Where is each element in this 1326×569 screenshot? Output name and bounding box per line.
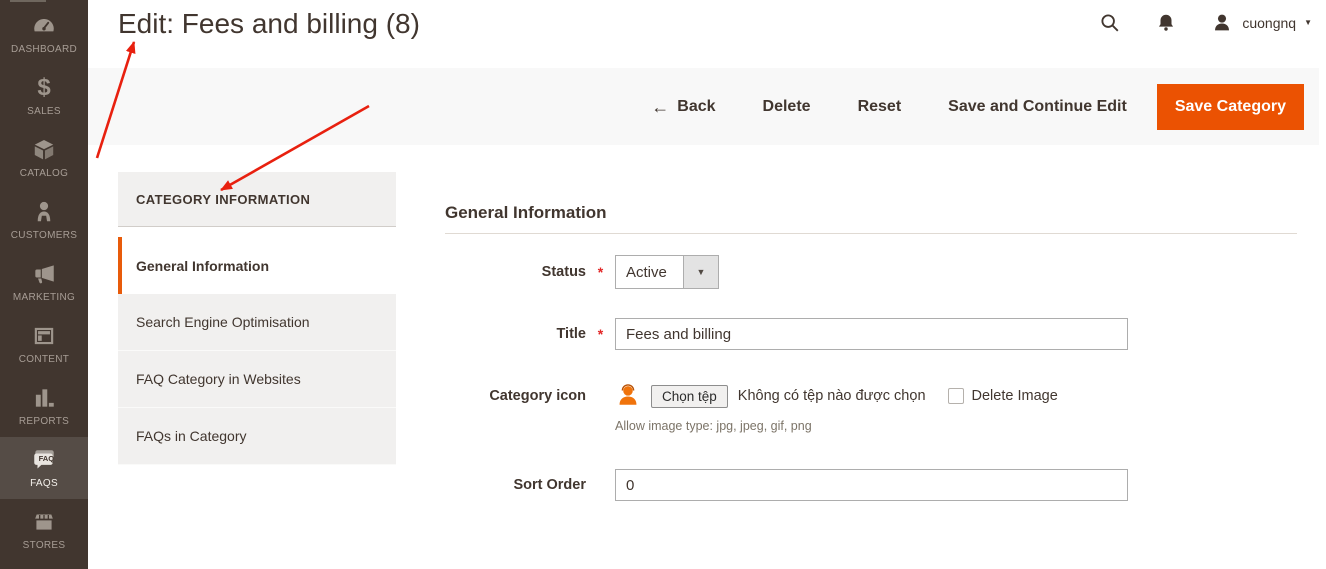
sidebar-item-label: FAQS: [30, 478, 58, 489]
sidebar-item-catalog[interactable]: CATALOG: [0, 127, 88, 189]
section-title: General Information: [445, 203, 1297, 223]
delete-button[interactable]: Delete: [763, 98, 811, 116]
sidebar-item-sales[interactable]: $ SALES: [0, 65, 88, 127]
title-row: Title *: [445, 318, 1297, 350]
sidebar-item-label: CUSTOMERS: [11, 230, 77, 241]
sidebar-item-faqs[interactable]: FAQ FAQS: [0, 437, 88, 499]
status-label: Status: [445, 264, 586, 280]
sidebar-item-marketing[interactable]: MARKETING: [0, 251, 88, 313]
back-arrow-icon: ←: [651, 98, 669, 116]
back-button[interactable]: ← Back: [651, 98, 715, 116]
save-category-button[interactable]: Save Category: [1157, 84, 1304, 130]
sidebar-item-dashboard[interactable]: DASHBOARD: [0, 3, 88, 65]
sidebar-item-label: CONTENT: [19, 354, 69, 365]
dashboard-icon: [31, 13, 57, 39]
sidebar-item-label: SALES: [27, 106, 61, 117]
choose-file-button[interactable]: Chọn tệp: [651, 385, 728, 408]
sidebar-divider: [10, 0, 46, 2]
user-avatar-icon: [1210, 11, 1234, 35]
search-icon[interactable]: [1098, 11, 1122, 35]
tab-faqs-in-category[interactable]: FAQs in Category: [118, 408, 396, 465]
required-asterisk: *: [586, 326, 615, 342]
admin-sidebar: DASHBOARD $ SALES CATALOG CUSTOMERS MARK…: [0, 0, 88, 569]
status-row: Status * Active ▼: [445, 255, 1297, 289]
sidebar-item-label: REPORTS: [19, 416, 69, 427]
username: cuongnq: [1242, 15, 1296, 31]
select-caret-button[interactable]: ▼: [683, 256, 718, 288]
header-actions: cuongnq ▼: [1098, 6, 1312, 40]
tab-general-information[interactable]: General Information: [118, 237, 396, 294]
category-icon-label: Category icon: [445, 388, 586, 404]
sort-order-input[interactable]: [615, 469, 1128, 501]
title-label: Title: [445, 326, 586, 342]
marketing-icon: [31, 261, 57, 287]
category-tab-nav: CATEGORY INFORMATION General Information…: [118, 172, 396, 465]
sidebar-item-content[interactable]: CONTENT: [0, 313, 88, 375]
sidebar-item-stores[interactable]: STORES: [0, 499, 88, 561]
category-icon-row: Category icon Chọn tệp Không có tệp nào …: [445, 382, 1297, 433]
allowed-image-types-note: Allow image type: jpg, jpeg, gif, png: [615, 419, 1297, 433]
notifications-bell-icon[interactable]: [1154, 11, 1178, 35]
general-information-form: General Information Status * Active ▼ Ti…: [445, 203, 1297, 501]
action-toolbar: ← Back Delete Reset Save and Continue Ed…: [88, 68, 1319, 145]
sales-icon: $: [31, 75, 57, 101]
required-asterisk: *: [586, 264, 615, 280]
sort-order-label: Sort Order: [445, 477, 586, 493]
tab-search-engine-optimisation[interactable]: Search Engine Optimisation: [118, 294, 396, 351]
status-select[interactable]: Active ▼: [615, 255, 719, 289]
sidebar-item-label: STORES: [23, 540, 66, 551]
status-select-value: Active: [616, 256, 683, 288]
tab-faq-category-in-websites[interactable]: FAQ Category in Websites: [118, 351, 396, 408]
save-and-continue-button[interactable]: Save and Continue Edit: [948, 98, 1127, 116]
no-file-chosen-text: Không có tệp nào được chọn: [738, 388, 926, 404]
svg-text:FAQ: FAQ: [39, 454, 55, 463]
back-button-label: Back: [677, 98, 715, 116]
sort-order-row: Sort Order: [445, 469, 1297, 501]
page-title: Edit: Fees and billing (8): [118, 8, 420, 40]
sidebar-item-label: DASHBOARD: [11, 44, 77, 55]
section-divider: [445, 233, 1297, 234]
tab-nav-title: CATEGORY INFORMATION: [118, 172, 396, 227]
sidebar-item-reports[interactable]: REPORTS: [0, 375, 88, 437]
content-icon: [31, 323, 57, 349]
delete-image-checkbox[interactable]: [948, 388, 964, 404]
reports-icon: [31, 385, 57, 411]
catalog-icon: [31, 137, 57, 163]
chevron-down-icon: ▼: [697, 268, 706, 276]
user-menu[interactable]: cuongnq ▼: [1210, 11, 1312, 35]
sidebar-item-label: MARKETING: [13, 292, 75, 303]
chevron-down-icon: ▼: [1304, 19, 1312, 27]
sidebar-item-label: CATALOG: [20, 168, 68, 179]
delete-image-label: Delete Image: [972, 388, 1058, 404]
delete-image-option[interactable]: Delete Image: [948, 388, 1058, 404]
category-image-preview: [615, 383, 641, 410]
sidebar-item-customers[interactable]: CUSTOMERS: [0, 189, 88, 251]
title-input[interactable]: [615, 318, 1128, 350]
faq-icon: FAQ: [31, 447, 57, 473]
stores-icon: [31, 509, 57, 535]
customers-icon: [31, 199, 57, 225]
reset-button[interactable]: Reset: [858, 98, 902, 116]
file-upload-group: Chọn tệp Không có tệp nào được chọn Dele…: [615, 382, 1058, 410]
